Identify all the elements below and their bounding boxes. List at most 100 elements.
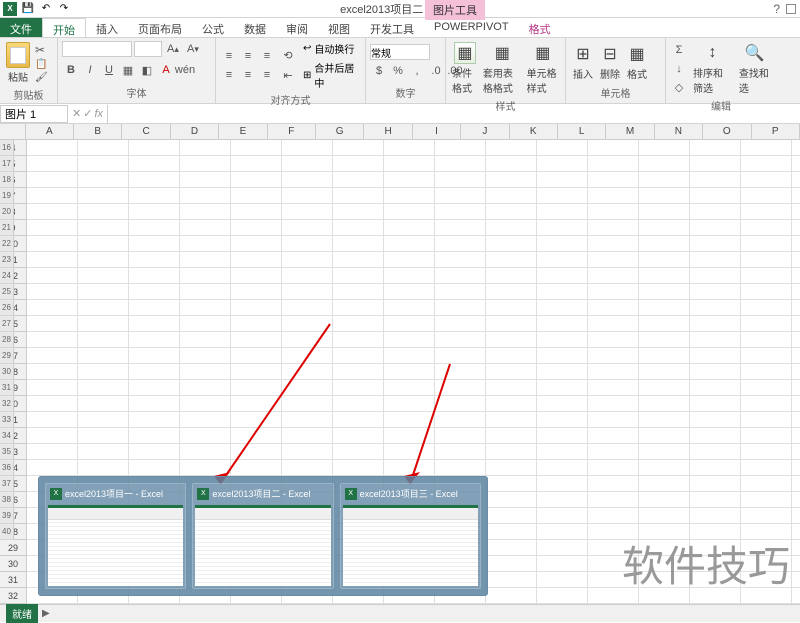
cell[interactable] <box>78 140 129 156</box>
tab-insert[interactable]: 插入 <box>86 18 128 37</box>
font-color-icon[interactable]: A <box>157 61 175 79</box>
cell[interactable] <box>537 316 588 332</box>
cell[interactable] <box>537 476 588 492</box>
cell[interactable] <box>384 188 435 204</box>
cell[interactable] <box>588 412 639 428</box>
cell[interactable] <box>231 220 282 236</box>
cell[interactable] <box>690 572 741 588</box>
cell[interactable] <box>180 252 231 268</box>
cell[interactable] <box>435 188 486 204</box>
cell[interactable] <box>231 428 282 444</box>
cell[interactable] <box>792 460 800 476</box>
cell[interactable] <box>435 268 486 284</box>
cell[interactable] <box>486 556 537 572</box>
cell[interactable] <box>129 348 180 364</box>
cell[interactable] <box>384 316 435 332</box>
cell[interactable] <box>78 188 129 204</box>
cell[interactable] <box>690 316 741 332</box>
cell[interactable] <box>639 316 690 332</box>
cell[interactable] <box>486 524 537 540</box>
italic-button[interactable]: I <box>81 61 99 79</box>
cell[interactable] <box>690 444 741 460</box>
cell[interactable] <box>486 460 537 476</box>
cell[interactable] <box>792 300 800 316</box>
cell[interactable] <box>639 572 690 588</box>
cell[interactable] <box>639 332 690 348</box>
excel-app-icon[interactable]: X <box>2 1 18 17</box>
cell[interactable] <box>486 316 537 332</box>
cell[interactable] <box>486 332 537 348</box>
cell[interactable] <box>486 172 537 188</box>
status-record-icon[interactable]: ▶ <box>42 608 50 619</box>
cell[interactable] <box>333 188 384 204</box>
cell[interactable] <box>27 188 78 204</box>
name-box[interactable]: 图片 1 <box>0 105 68 123</box>
cell[interactable] <box>27 268 78 284</box>
cell[interactable] <box>27 380 78 396</box>
cell[interactable] <box>741 156 792 172</box>
cell[interactable] <box>639 380 690 396</box>
cell[interactable] <box>27 332 78 348</box>
cell[interactable] <box>741 396 792 412</box>
cell[interactable] <box>333 428 384 444</box>
row-header[interactable]: 32 <box>0 588 27 604</box>
cell[interactable] <box>690 252 741 268</box>
cell[interactable] <box>384 284 435 300</box>
cell[interactable] <box>78 300 129 316</box>
cell[interactable] <box>486 492 537 508</box>
cell[interactable] <box>537 220 588 236</box>
cell[interactable] <box>537 428 588 444</box>
cell[interactable] <box>588 556 639 572</box>
find-select-button[interactable]: 🔍查找和选 <box>737 40 772 97</box>
cell[interactable] <box>639 220 690 236</box>
cell[interactable] <box>588 380 639 396</box>
cell[interactable] <box>588 396 639 412</box>
cell[interactable] <box>537 348 588 364</box>
cell[interactable] <box>231 300 282 316</box>
cell[interactable] <box>231 156 282 172</box>
cell[interactable] <box>792 140 800 156</box>
cell[interactable] <box>282 140 333 156</box>
cell[interactable] <box>129 156 180 172</box>
cell[interactable] <box>690 364 741 380</box>
cell[interactable] <box>741 284 792 300</box>
fill-color-icon[interactable]: ◧ <box>138 61 156 79</box>
align-middle-icon[interactable]: ≡ <box>239 47 257 65</box>
cell[interactable] <box>435 204 486 220</box>
cell[interactable] <box>639 492 690 508</box>
cell[interactable] <box>588 508 639 524</box>
cell[interactable] <box>180 284 231 300</box>
cell[interactable] <box>435 428 486 444</box>
column-header[interactable]: P <box>752 124 800 140</box>
bold-button[interactable]: B <box>62 61 80 79</box>
cell[interactable] <box>741 428 792 444</box>
cell[interactable] <box>27 300 78 316</box>
align-left-icon[interactable]: ≡ <box>220 66 238 84</box>
cell[interactable] <box>741 252 792 268</box>
cell[interactable] <box>435 396 486 412</box>
cell[interactable] <box>792 220 800 236</box>
cell[interactable] <box>333 172 384 188</box>
wrap-text-button[interactable]: ↩自动换行 <box>300 40 361 57</box>
font-size-select[interactable] <box>134 41 162 57</box>
cell[interactable] <box>282 252 333 268</box>
cell[interactable] <box>78 332 129 348</box>
cell[interactable] <box>27 364 78 380</box>
cell[interactable] <box>231 348 282 364</box>
cell[interactable] <box>690 540 741 556</box>
align-bottom-icon[interactable]: ≡ <box>258 47 276 65</box>
cell[interactable] <box>486 444 537 460</box>
cell[interactable] <box>486 476 537 492</box>
cell[interactable] <box>486 412 537 428</box>
cell[interactable] <box>639 252 690 268</box>
cell[interactable] <box>27 172 78 188</box>
cell[interactable] <box>435 380 486 396</box>
cell[interactable] <box>78 364 129 380</box>
cell[interactable] <box>384 364 435 380</box>
cell[interactable] <box>792 204 800 220</box>
tab-view[interactable]: 视图 <box>318 18 360 37</box>
cell[interactable] <box>639 156 690 172</box>
cell[interactable] <box>333 444 384 460</box>
cell[interactable] <box>435 252 486 268</box>
cell[interactable] <box>639 556 690 572</box>
